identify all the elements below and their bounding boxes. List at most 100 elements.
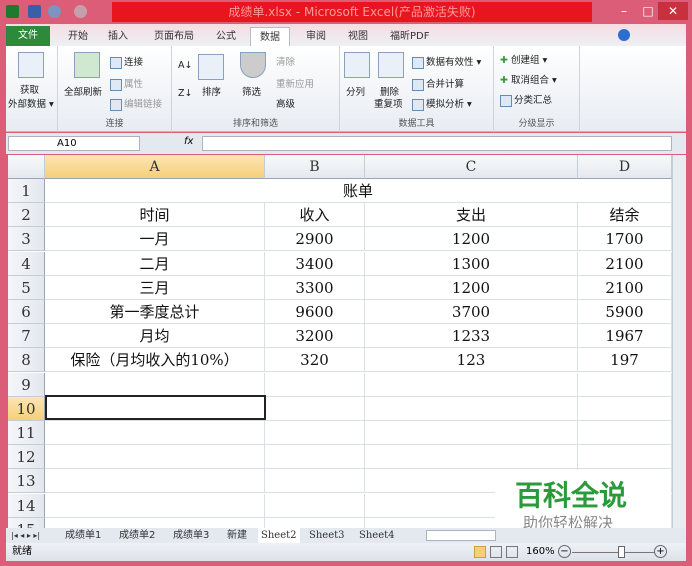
row-header[interactable]: 12 — [8, 445, 45, 470]
tab-home[interactable]: 开始 — [64, 27, 92, 46]
column-header-b[interactable]: B — [265, 155, 365, 179]
data-cell[interactable]: 1967 — [578, 324, 672, 349]
row-header[interactable]: 9 — [8, 372, 45, 397]
sort-ascending-icon[interactable]: A↓ — [178, 60, 192, 71]
cell[interactable] — [265, 445, 365, 470]
tab-file[interactable]: 文件 — [6, 26, 50, 46]
consolidate-button[interactable]: 合并计算 — [426, 79, 464, 90]
column-header-d[interactable]: D — [578, 155, 672, 179]
cell[interactable] — [45, 421, 265, 445]
selected-cell-a10[interactable] — [45, 395, 266, 420]
zoom-slider-thumb[interactable] — [618, 546, 625, 558]
row-header[interactable]: 14 — [8, 493, 45, 518]
data-cell[interactable]: 2100 — [578, 275, 672, 300]
ungroup-button[interactable]: 取消组合 ▾ — [511, 75, 557, 86]
page-break-view-icon[interactable] — [506, 546, 518, 558]
sheet-tab[interactable]: Sheet3 — [306, 528, 348, 543]
cell[interactable] — [365, 421, 578, 445]
select-all-corner[interactable] — [8, 155, 45, 179]
data-cell[interactable]: 第一季度总计 — [45, 300, 265, 324]
row-header[interactable]: 4 — [8, 251, 45, 276]
what-if-button[interactable]: 模拟分析 ▾ — [426, 99, 472, 110]
column-header-c[interactable]: C — [365, 155, 578, 179]
header-cell[interactable]: 结余 — [578, 203, 672, 228]
clear-button[interactable]: 清除 — [276, 54, 295, 68]
cell[interactable] — [265, 396, 365, 421]
sheet-nav-buttons[interactable]: |◂ ◂ ▸ ▸| — [8, 528, 43, 543]
remove-duplicates-label[interactable]: 重复项 — [374, 96, 403, 110]
save-icon[interactable] — [28, 5, 41, 18]
data-cell[interactable]: 1700 — [578, 227, 672, 252]
row-header[interactable]: 5 — [8, 275, 45, 300]
row-header[interactable]: 10 — [8, 396, 45, 421]
data-cell[interactable]: 3400 — [265, 251, 365, 276]
data-cell[interactable]: 1200 — [365, 275, 578, 300]
zoom-level[interactable]: 160% — [526, 543, 555, 561]
normal-view-icon[interactable] — [474, 546, 486, 558]
cell[interactable] — [265, 469, 365, 494]
data-cell[interactable]: 保险（月均收入的10%） — [45, 348, 265, 373]
cell[interactable] — [265, 493, 365, 518]
text-to-columns-button[interactable]: 分列 — [346, 84, 365, 98]
tab-view[interactable]: 视图 — [344, 27, 372, 46]
cell[interactable] — [365, 372, 578, 397]
sheet-tab-active[interactable]: Sheet2 — [258, 528, 300, 543]
edit-links-button[interactable]: 编辑链接 — [124, 99, 162, 110]
data-cell[interactable]: 123 — [365, 348, 578, 373]
tab-foxit-pdf[interactable]: 福昕PDF — [386, 27, 433, 46]
formula-input[interactable] — [202, 136, 672, 151]
properties-button[interactable]: 属性 — [124, 79, 143, 90]
name-box[interactable]: A10 — [8, 136, 140, 151]
data-cell[interactable]: 月均 — [45, 324, 265, 349]
data-cell[interactable]: 3200 — [265, 324, 365, 349]
data-cell[interactable]: 2100 — [578, 251, 672, 276]
sheet-title-cell[interactable]: 账单 — [45, 179, 672, 203]
sheet-tab[interactable]: Sheet4 — [356, 528, 398, 543]
filter-button[interactable]: 筛选 — [242, 84, 261, 98]
data-cell[interactable]: 二月 — [45, 251, 265, 276]
cell[interactable] — [45, 445, 265, 470]
get-external-data-button[interactable]: 获取 — [20, 82, 39, 96]
vertical-scrollbar[interactable] — [672, 155, 686, 528]
zoom-in-button[interactable]: + — [654, 545, 667, 558]
cell[interactable] — [365, 445, 578, 470]
reapply-button[interactable]: 重新应用 — [276, 76, 314, 90]
data-cell[interactable]: 197 — [578, 348, 672, 373]
cell[interactable] — [45, 517, 265, 528]
cell[interactable] — [578, 445, 672, 470]
sheet-tab[interactable]: 成绩单2 — [116, 528, 158, 543]
row-header[interactable]: 3 — [8, 227, 45, 252]
cell[interactable] — [45, 493, 265, 518]
column-header-a[interactable]: A — [45, 155, 265, 179]
sheet-tab[interactable]: 成绩单3 — [170, 528, 212, 543]
row-header[interactable]: 2 — [8, 203, 45, 228]
header-cell[interactable]: 收入 — [265, 203, 365, 228]
cell[interactable] — [578, 372, 672, 397]
tab-data[interactable]: 数据 — [250, 27, 290, 46]
refresh-all-button[interactable]: 全部刷新 — [64, 84, 102, 98]
data-cell[interactable]: 9600 — [265, 300, 365, 324]
row-header[interactable]: 15 — [8, 517, 45, 528]
sheet-tab[interactable]: 成绩单1 — [62, 528, 104, 543]
advanced-button[interactable]: 高级 — [276, 96, 295, 110]
insert-function-button[interactable]: fx — [184, 136, 193, 147]
cell[interactable] — [265, 421, 365, 445]
get-external-data-label[interactable]: 外部数据 ▾ — [8, 96, 54, 110]
cell[interactable] — [578, 421, 672, 445]
sort-descending-icon[interactable]: Z↓ — [178, 88, 192, 99]
sheet-tab[interactable]: 新建 — [224, 528, 250, 543]
header-cell[interactable]: 时间 — [45, 203, 265, 228]
horizontal-scrollbar[interactable] — [426, 530, 496, 541]
row-header[interactable]: 1 — [8, 179, 45, 203]
data-cell[interactable]: 三月 — [45, 275, 265, 300]
data-cell[interactable]: 2900 — [265, 227, 365, 252]
header-cell[interactable]: 支出 — [365, 203, 578, 228]
row-header[interactable]: 11 — [8, 421, 45, 445]
tab-formulas[interactable]: 公式 — [212, 27, 240, 46]
tab-review[interactable]: 审阅 — [302, 27, 330, 46]
sort-button[interactable]: 排序 — [202, 84, 221, 98]
row-header[interactable]: 7 — [8, 324, 45, 349]
data-cell[interactable]: 3700 — [365, 300, 578, 324]
data-cell[interactable]: 1200 — [365, 227, 578, 252]
cell[interactable] — [45, 469, 265, 494]
